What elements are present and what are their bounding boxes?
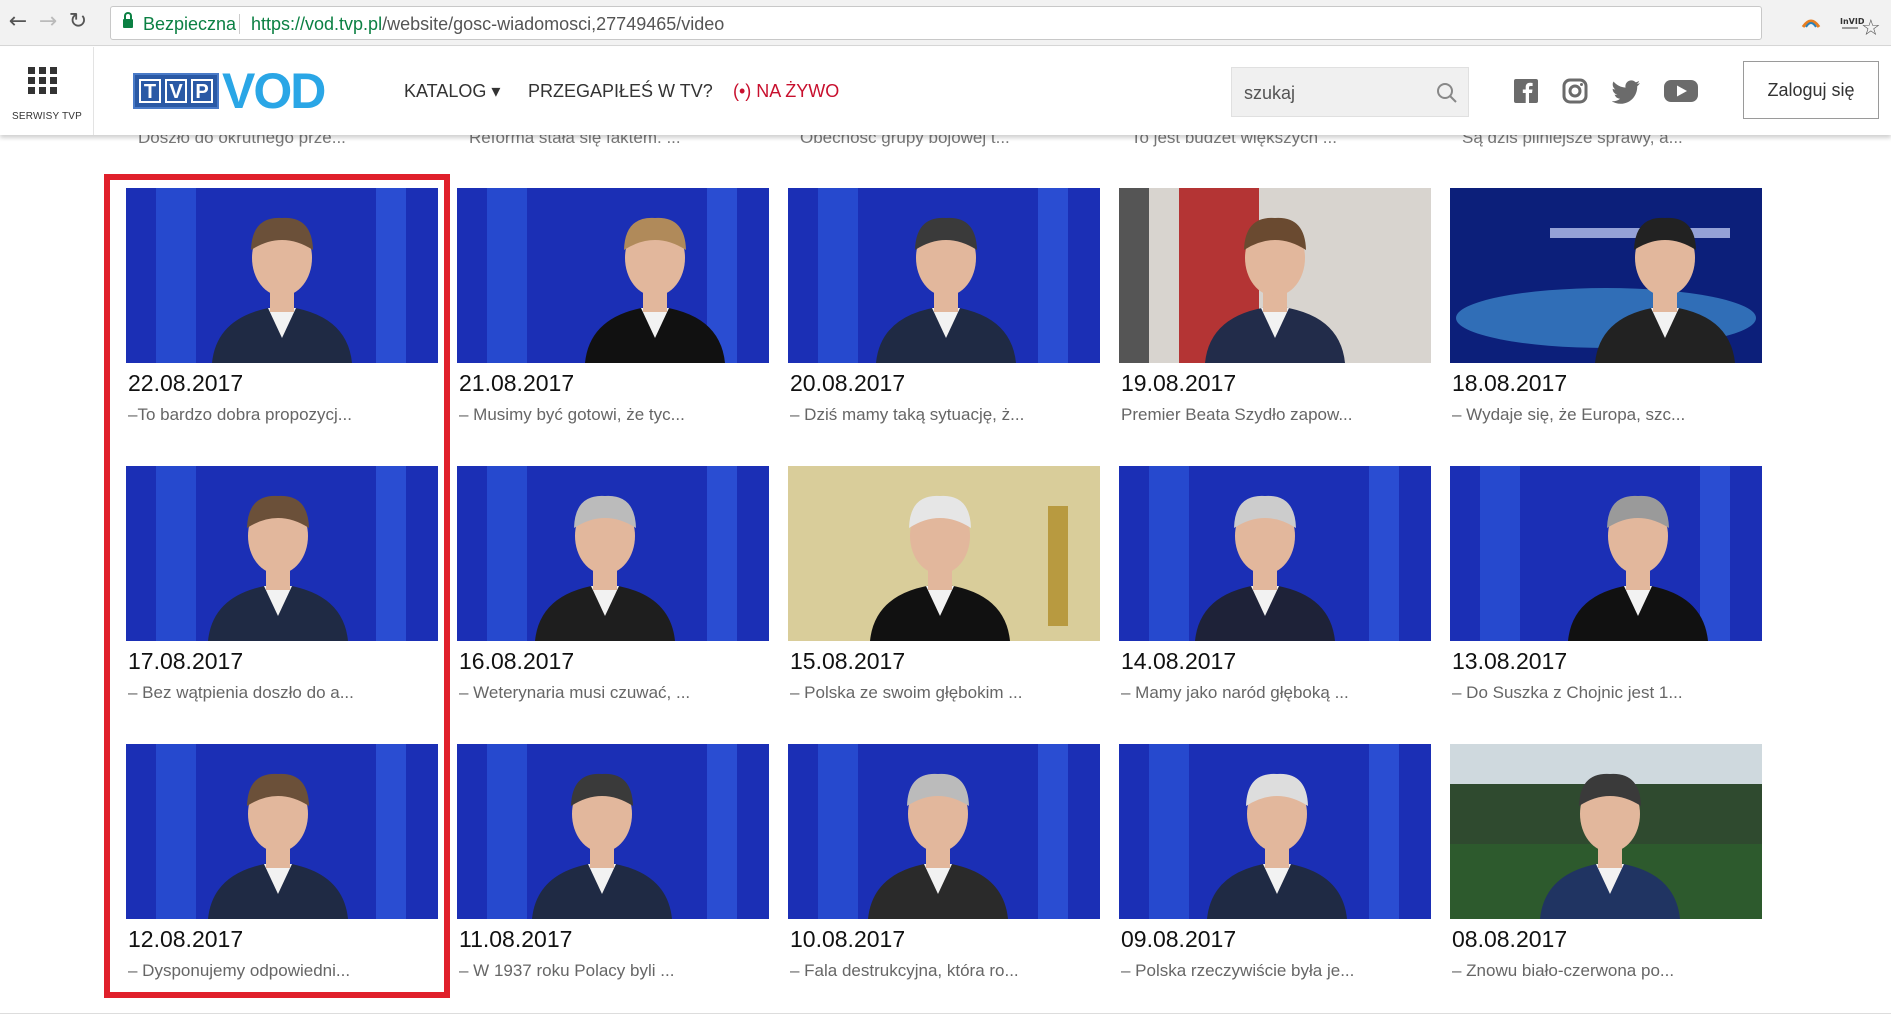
video-thumbnail[interactable] <box>457 744 769 919</box>
services-menu-button[interactable]: SERWISY TVP <box>0 47 94 135</box>
video-thumbnail[interactable] <box>457 188 769 363</box>
video-description[interactable]: – Polska rzeczywiście była je... <box>1121 961 1354 981</box>
menu-katalog[interactable]: KATALOG ▾ <box>404 81 500 102</box>
video-description[interactable]: – Bez wątpienia doszło do a... <box>128 683 354 703</box>
video-description[interactable]: – Mamy jako naród głęboką ... <box>1121 683 1349 703</box>
logo-letter-t: T <box>139 79 161 103</box>
vod-logo[interactable]: VOD <box>222 65 326 117</box>
video-thumbnail[interactable] <box>1450 466 1762 641</box>
video-date[interactable]: 18.08.2017 <box>1452 370 1567 397</box>
facebook-icon[interactable] <box>1512 77 1540 105</box>
video-thumbnail[interactable] <box>126 188 438 363</box>
video-thumbnail[interactable] <box>1119 188 1431 363</box>
video-card[interactable]: 21.08.2017 – Musimy być gotowi, że tyc... <box>457 188 769 438</box>
logo-letter-v: V <box>165 79 187 103</box>
video-date[interactable]: 17.08.2017 <box>128 648 243 675</box>
video-date[interactable]: 13.08.2017 <box>1452 648 1567 675</box>
video-date[interactable]: 09.08.2017 <box>1121 926 1236 953</box>
grid-menu-icon <box>28 67 60 95</box>
divider <box>0 1013 1891 1014</box>
video-thumbnail[interactable] <box>1450 744 1762 919</box>
content-area: Doszło do okrutnego prze... Reforma stała… <box>0 0 1891 1015</box>
youtube-icon[interactable] <box>1662 77 1700 105</box>
video-description[interactable]: – Musimy być gotowi, że tyc... <box>459 405 685 425</box>
video-description[interactable]: – Do Suszka z Chojnic jest 1... <box>1452 683 1683 703</box>
video-date[interactable]: 08.08.2017 <box>1452 926 1567 953</box>
search-icon[interactable] <box>1435 81 1459 105</box>
login-button[interactable]: Zaloguj się <box>1743 61 1879 119</box>
video-thumbnail[interactable] <box>1119 466 1431 641</box>
video-card[interactable]: 10.08.2017 – Fala destrukcyjna, która ro.… <box>788 744 1100 994</box>
video-date[interactable]: 19.08.2017 <box>1121 370 1236 397</box>
video-card[interactable]: 16.08.2017 – Weterynaria musi czuwać, ... <box>457 466 769 716</box>
menu-na-zywo[interactable]: (•) NA ŻYWO <box>733 81 839 102</box>
site-header: SERWISY TVP T V P VOD KATALOG ▾ PRZEGAPI… <box>0 47 1891 135</box>
video-description[interactable]: – Dziś mamy taką sytuację, ż... <box>790 405 1024 425</box>
video-description[interactable]: – W 1937 roku Polacy byli ... <box>459 961 674 981</box>
video-card[interactable]: 09.08.2017 – Polska rzeczywiście była je.… <box>1119 744 1431 994</box>
video-date[interactable]: 22.08.2017 <box>128 370 243 397</box>
logo-letter-p: P <box>191 79 213 103</box>
video-date[interactable]: 15.08.2017 <box>790 648 905 675</box>
video-thumbnail[interactable] <box>126 466 438 641</box>
search-box <box>1231 67 1469 117</box>
video-date[interactable]: 16.08.2017 <box>459 648 574 675</box>
video-description[interactable]: – Polska ze swoim głębokim ... <box>790 683 1022 703</box>
video-date[interactable]: 10.08.2017 <box>790 926 905 953</box>
video-description[interactable]: Premier Beata Szydło zapow... <box>1121 405 1353 425</box>
video-card[interactable]: 18.08.2017 – Wydaje się, że Europa, szc..… <box>1450 188 1762 438</box>
video-thumbnail[interactable] <box>788 466 1100 641</box>
video-description[interactable]: – Wydaje się, że Europa, szc... <box>1452 405 1685 425</box>
video-card[interactable]: 15.08.2017 – Polska ze swoim głębokim ... <box>788 466 1100 716</box>
video-thumbnail[interactable] <box>1450 188 1762 363</box>
video-date[interactable]: 21.08.2017 <box>459 370 574 397</box>
video-description[interactable]: – Znowu biało-czerwona po... <box>1452 961 1674 981</box>
video-card[interactable]: 12.08.2017 – Dysponujemy odpowiedni... <box>126 744 438 994</box>
video-card[interactable]: 14.08.2017 – Mamy jako naród głęboką ... <box>1119 466 1431 716</box>
video-date[interactable]: 11.08.2017 <box>459 926 572 953</box>
video-thumbnail[interactable] <box>1119 744 1431 919</box>
video-date[interactable]: 12.08.2017 <box>128 926 243 953</box>
twitter-icon[interactable] <box>1611 77 1640 105</box>
video-thumbnail[interactable] <box>457 466 769 641</box>
video-card[interactable]: 19.08.2017 Premier Beata Szydło zapow... <box>1119 188 1431 438</box>
video-description[interactable]: –To bardzo dobra propozycj... <box>128 405 352 425</box>
video-thumbnail[interactable] <box>788 744 1100 919</box>
video-date[interactable]: 14.08.2017 <box>1121 648 1236 675</box>
video-card[interactable]: 17.08.2017 – Bez wątpienia doszło do a... <box>126 466 438 716</box>
video-card[interactable]: 20.08.2017 – Dziś mamy taką sytuację, ż..… <box>788 188 1100 438</box>
video-description[interactable]: – Weterynaria musi czuwać, ... <box>459 683 690 703</box>
video-card[interactable]: 11.08.2017 – W 1937 roku Polacy byli ... <box>457 744 769 994</box>
video-thumbnail[interactable] <box>788 188 1100 363</box>
video-card[interactable]: 13.08.2017 – Do Suszka z Chojnic jest 1..… <box>1450 466 1762 716</box>
instagram-icon[interactable] <box>1561 77 1589 105</box>
video-date[interactable]: 20.08.2017 <box>790 370 905 397</box>
search-input[interactable] <box>1244 80 1424 106</box>
video-description[interactable]: – Dysponujemy odpowiedni... <box>128 961 350 981</box>
menu-przegapiles[interactable]: PRZEGAPIŁEŚ W TV? <box>528 81 713 102</box>
video-card[interactable]: 22.08.2017 –To bardzo dobra propozycj... <box>126 188 438 438</box>
tvp-logo[interactable]: T V P <box>133 73 219 109</box>
services-label: SERWISY TVP <box>11 111 82 122</box>
video-thumbnail[interactable] <box>126 744 438 919</box>
video-card[interactable]: 08.08.2017 – Znowu biało-czerwona po... <box>1450 744 1762 994</box>
video-description[interactable]: – Fala destrukcyjna, która ro... <box>790 961 1019 981</box>
